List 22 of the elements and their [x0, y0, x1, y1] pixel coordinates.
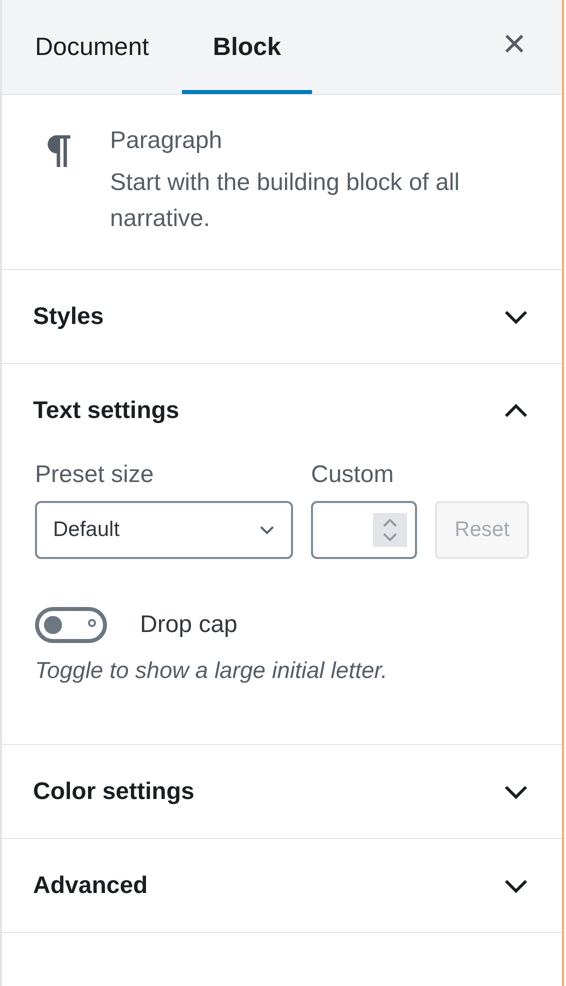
field-label: Custom [311, 461, 395, 489]
sidebar-tab[interactable]: Document [18, 0, 166, 94]
panel-header[interactable]: Styles [2, 270, 562, 363]
drop-cap-toggle[interactable] [35, 607, 107, 643]
help-text: Toggle to show a large initial letter. [35, 657, 388, 684]
spinner-icon [373, 513, 407, 547]
field-label: Preset size [35, 461, 155, 489]
sidebar-tab[interactable]: Block [182, 0, 312, 94]
chevron-down-icon [504, 784, 528, 798]
chevron-down-icon [504, 878, 528, 892]
toggle-label: Drop cap [140, 611, 238, 639]
block-title: Paragraph [110, 127, 224, 155]
panel-header[interactable]: Text settings [2, 364, 562, 457]
panel-header[interactable]: Color settings [2, 745, 562, 838]
panel-header[interactable]: Advanced [2, 839, 562, 932]
chevron-up-icon [504, 404, 528, 418]
chevron-down-icon [504, 310, 528, 324]
block-description: Start with the building block of all narrative. [110, 168, 461, 234]
close-button[interactable]: × [482, 0, 562, 94]
chevron-down-icon [259, 525, 275, 535]
preset-size-select[interactable]: Default [35, 501, 293, 559]
custom-size-input[interactable] [311, 501, 417, 559]
